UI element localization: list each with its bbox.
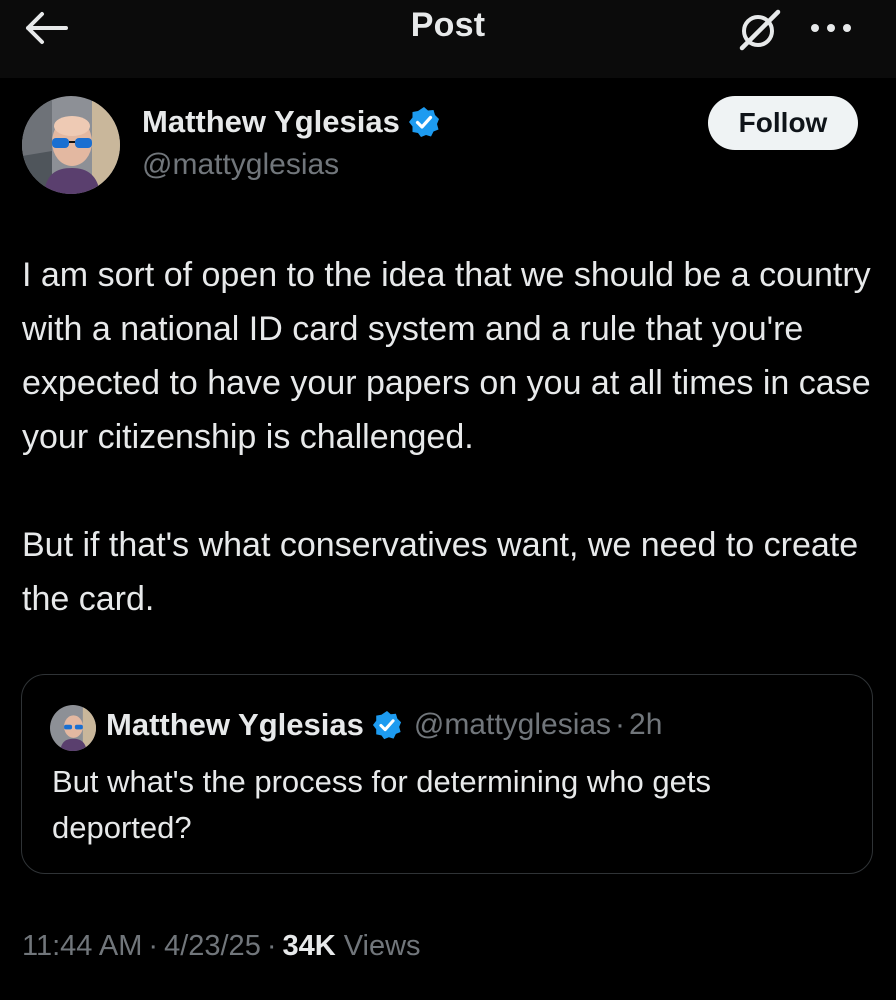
separator-dot: ·	[615, 708, 626, 741]
post-date[interactable]: 4/23/25	[164, 930, 261, 963]
views-count: 34K	[282, 930, 336, 962]
tweet-text: I am sort of open to the idea that we sh…	[22, 248, 882, 626]
separator-dot: ·	[148, 930, 159, 962]
avatar-image	[22, 96, 120, 194]
tweet-paragraph: I am sort of open to the idea that we sh…	[22, 256, 871, 456]
top-app-bar: Post	[0, 0, 896, 78]
quoted-display-name: Matthew Yglesias	[106, 707, 364, 742]
quoted-handle: @mattyglesias	[413, 708, 612, 741]
quoted-header: Matthew Yglesias @mattyglesias · 2h	[106, 707, 662, 743]
separator-dot: ·	[266, 930, 277, 962]
avatar[interactable]	[22, 96, 120, 194]
author-handle[interactable]: @mattyglesias	[142, 148, 339, 182]
tweet-paragraph: But if that's what conservatives want, w…	[22, 526, 859, 618]
post-time[interactable]: 11:44 AM	[22, 930, 142, 963]
verified-badge-icon	[372, 710, 401, 740]
views-label: Views	[343, 930, 421, 962]
verified-badge-icon	[408, 107, 439, 137]
grok-icon	[739, 9, 781, 51]
quoted-post-card[interactable]: Matthew Yglesias @mattyglesias · 2h But …	[21, 674, 873, 874]
more-options-button[interactable]	[806, 18, 856, 38]
quoted-avatar	[50, 705, 96, 751]
post-metadata: 11:44 AM · 4/23/25 · 34K Views	[22, 930, 421, 963]
name-row: Matthew Yglesias	[142, 104, 440, 140]
author-display-name[interactable]: Matthew Yglesias	[142, 104, 400, 140]
quoted-timestamp: 2h	[629, 708, 663, 741]
grok-button[interactable]	[734, 6, 784, 52]
quoted-avatar-image	[50, 705, 96, 751]
more-horizontal-icon	[811, 24, 851, 32]
quoted-text: But what's the process for determining w…	[52, 764, 711, 845]
follow-button[interactable]: Follow	[708, 96, 858, 150]
author-header: Matthew Yglesias @mattyglesias Follow	[22, 96, 874, 196]
